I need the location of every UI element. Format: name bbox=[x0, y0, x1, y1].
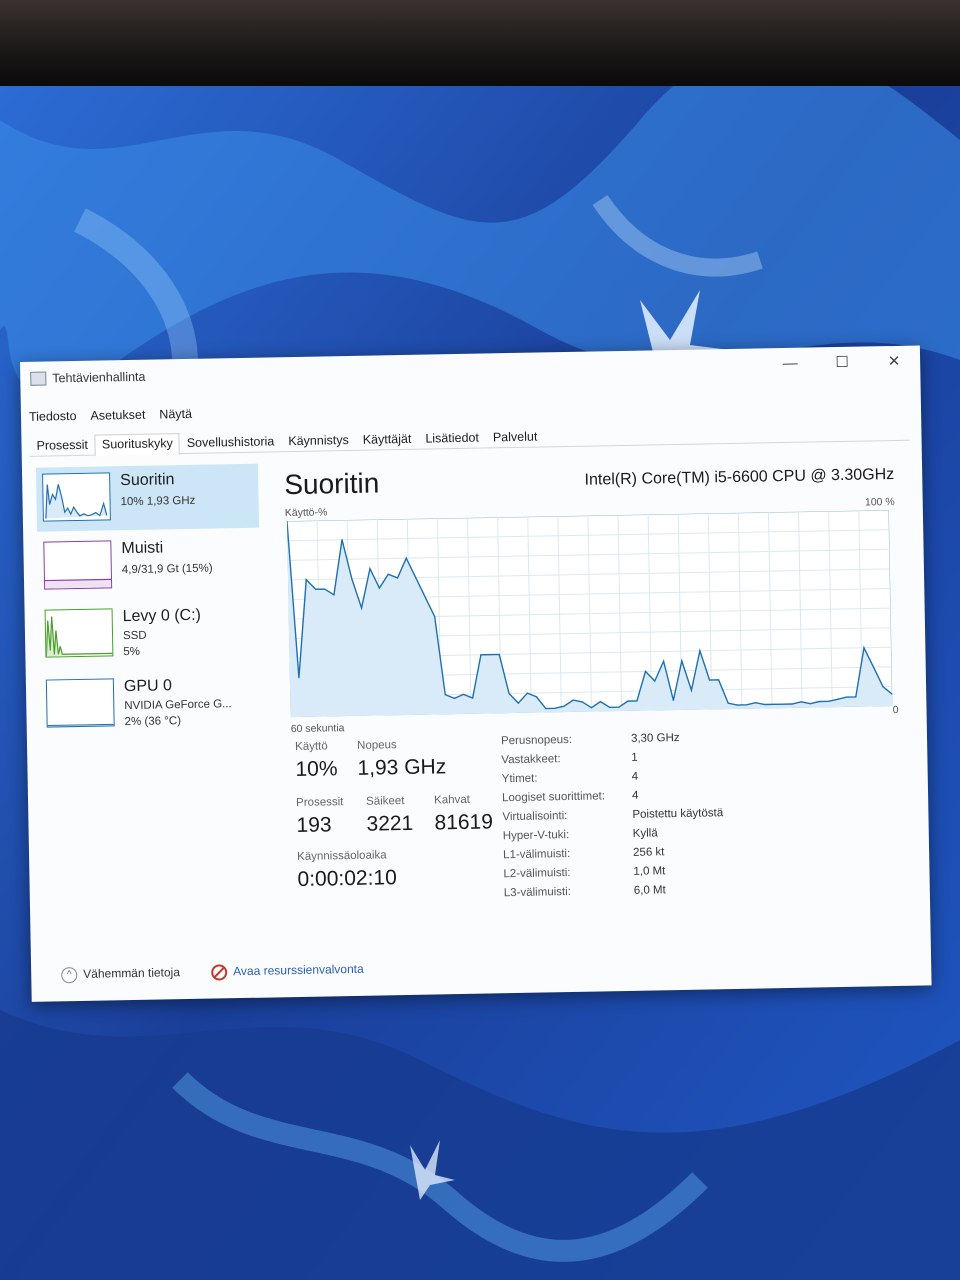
task-manager-app-icon bbox=[30, 371, 47, 386]
fewer-details-button[interactable]: Vähemmän tietoja bbox=[83, 965, 180, 981]
stat-speed-label: Nopeus bbox=[356, 739, 397, 752]
stat-uptime-value: 0:00:02:10 bbox=[297, 866, 397, 891]
spec-key: L2-välimuisti: bbox=[503, 866, 571, 881]
stat-uptime-label: Käynnissäoloaika bbox=[297, 849, 387, 864]
sidebar-gpu-model: NVIDIA GeForce G... bbox=[124, 698, 232, 713]
spec-value: 6,0 Mt bbox=[633, 884, 666, 897]
menu-view[interactable]: Näytä bbox=[159, 407, 192, 422]
tab-startup[interactable]: Käynnistys bbox=[281, 430, 356, 453]
gpu-thumbnail-graph bbox=[45, 678, 115, 728]
cpu-detail-panel: Suoritin Intel(R) Core(TM) i5-6600 CPU @… bbox=[284, 452, 903, 963]
tab-users[interactable]: Käyttäjät bbox=[356, 429, 419, 452]
spec-value: 1 bbox=[631, 751, 638, 764]
sidebar-item-memory[interactable]: Muisti 4,9/31,9 Gt (15%) bbox=[37, 532, 260, 600]
spec-key: Loogiset suorittimet: bbox=[501, 790, 606, 805]
performance-sidebar: Suoritin 10% 1,93 GHz Muisti 4,9/31,9 Gt… bbox=[35, 463, 267, 948]
sidebar-item-disk[interactable]: Levy 0 (C:) SSD 5% bbox=[38, 600, 261, 668]
stat-processes-value: 193 bbox=[296, 813, 332, 838]
stat-processes: Prosessit 193 bbox=[296, 796, 344, 838]
stat-threads-value: 3221 bbox=[366, 811, 414, 836]
tab-performance[interactable]: Suorituskyky bbox=[94, 433, 180, 457]
monitor-bezel bbox=[0, 0, 960, 86]
stat-threads-label: Säikeet bbox=[366, 795, 405, 808]
stat-uptime: Käynnissäoloaika 0:00:02:10 bbox=[297, 849, 397, 892]
tab-services[interactable]: Palvelut bbox=[486, 426, 545, 449]
spec-value: 4 bbox=[631, 789, 639, 802]
graph-x-label: 60 sekuntia bbox=[290, 722, 345, 736]
sidebar-memory-sub: 4,9/31,9 Gt (15%) bbox=[121, 562, 213, 577]
stat-usage-label: Käyttö bbox=[294, 740, 328, 754]
window-title: Tehtävienhallinta bbox=[52, 369, 146, 386]
sidebar-memory-name: Muisti bbox=[121, 539, 164, 558]
tab-bar: Prosessit Suorituskyky Sovellushistoria … bbox=[29, 419, 910, 458]
task-manager-window: Tehtävienhallinta — ☐ ✕ Tiedosto Asetuks… bbox=[20, 345, 932, 1002]
sidebar-gpu-name: GPU 0 bbox=[123, 677, 173, 696]
stat-handles: Kahvat 81619 bbox=[434, 793, 493, 835]
sidebar-disk-type: SSD bbox=[122, 629, 147, 643]
sidebar-disk-name: Levy 0 (C:) bbox=[122, 606, 202, 626]
tab-details[interactable]: Lisätiedot bbox=[418, 427, 486, 450]
spec-value: 256 kt bbox=[632, 846, 665, 859]
spec-key: Hyper-V-tuki: bbox=[502, 829, 570, 843]
spec-key: L1-välimuisti: bbox=[503, 848, 571, 862]
cpu-model-name: Intel(R) Core(TM) i5-6600 CPU @ 3.30GHz bbox=[584, 466, 895, 489]
stat-handles-label: Kahvat bbox=[433, 793, 471, 807]
spec-value: Kyllä bbox=[632, 827, 658, 840]
cpu-thumbnail-graph bbox=[42, 472, 111, 522]
graph-y-max-label: 100 % bbox=[864, 495, 895, 509]
spec-key: Perusnopeus: bbox=[500, 733, 573, 748]
tab-app-history[interactable]: Sovellushistoria bbox=[180, 431, 282, 455]
menu-bar: Tiedosto Asetukset Näytä bbox=[29, 407, 192, 424]
close-button[interactable]: ✕ bbox=[872, 350, 916, 375]
resource-monitor-icon[interactable] bbox=[211, 964, 228, 981]
cpu-usage-graph bbox=[286, 510, 893, 718]
spec-key: Ytimet: bbox=[501, 772, 538, 786]
sidebar-item-cpu[interactable]: Suoritin 10% 1,93 GHz bbox=[35, 463, 260, 532]
sidebar-gpu-usage: 2% (36 °C) bbox=[124, 715, 182, 729]
cpu-specs-table: Perusnopeus: 3,30 GHz Vastakkeet: 1 Ytimet… bbox=[501, 728, 904, 906]
memory-thumbnail-graph bbox=[43, 540, 113, 590]
spec-value: 4 bbox=[631, 770, 639, 783]
minimize-button[interactable]: — bbox=[768, 351, 812, 376]
stat-usage-value: 10% bbox=[295, 757, 338, 782]
stat-threads: Säikeet 3221 bbox=[366, 795, 413, 837]
spec-value: 1,0 Mt bbox=[633, 865, 666, 878]
open-resource-monitor-link[interactable]: Avaa resurssienvalvonta bbox=[233, 962, 364, 978]
sidebar-item-gpu[interactable]: GPU 0 NVIDIA GeForce G... 2% (36 °C) bbox=[40, 670, 263, 738]
menu-options[interactable]: Asetukset bbox=[90, 408, 145, 423]
sidebar-cpu-sub: 10% 1,93 GHz bbox=[120, 494, 196, 509]
graph-y-label: Käyttö-% bbox=[284, 506, 328, 520]
spec-key: Vastakkeet: bbox=[501, 753, 561, 767]
spec-key: Virtualisointi: bbox=[502, 810, 568, 824]
disk-thumbnail-graph bbox=[44, 608, 114, 658]
sidebar-disk-usage: 5% bbox=[123, 645, 141, 659]
graph-y-min-label: 0 bbox=[892, 703, 899, 717]
spec-value: 3,30 GHz bbox=[630, 731, 680, 745]
spec-key: L3-välimuisti: bbox=[503, 885, 572, 900]
tab-processes[interactable]: Prosessit bbox=[29, 435, 95, 458]
stat-usage: Käyttö 10% bbox=[295, 740, 338, 782]
menu-file[interactable]: Tiedosto bbox=[29, 409, 77, 424]
page-title: Suoritin bbox=[284, 467, 380, 501]
stat-speed: Nopeus 1,93 GHz bbox=[357, 738, 446, 781]
stat-handles-value: 81619 bbox=[434, 810, 494, 835]
stat-speed-value: 1,93 GHz bbox=[357, 755, 447, 780]
stat-processes-label: Prosessit bbox=[296, 796, 344, 810]
sidebar-cpu-name: Suoritin bbox=[120, 471, 175, 490]
spec-value: Poistettu käytöstä bbox=[632, 807, 724, 821]
maximize-button[interactable]: ☐ bbox=[820, 351, 864, 376]
chevron-up-icon[interactable]: ^ bbox=[61, 967, 78, 984]
